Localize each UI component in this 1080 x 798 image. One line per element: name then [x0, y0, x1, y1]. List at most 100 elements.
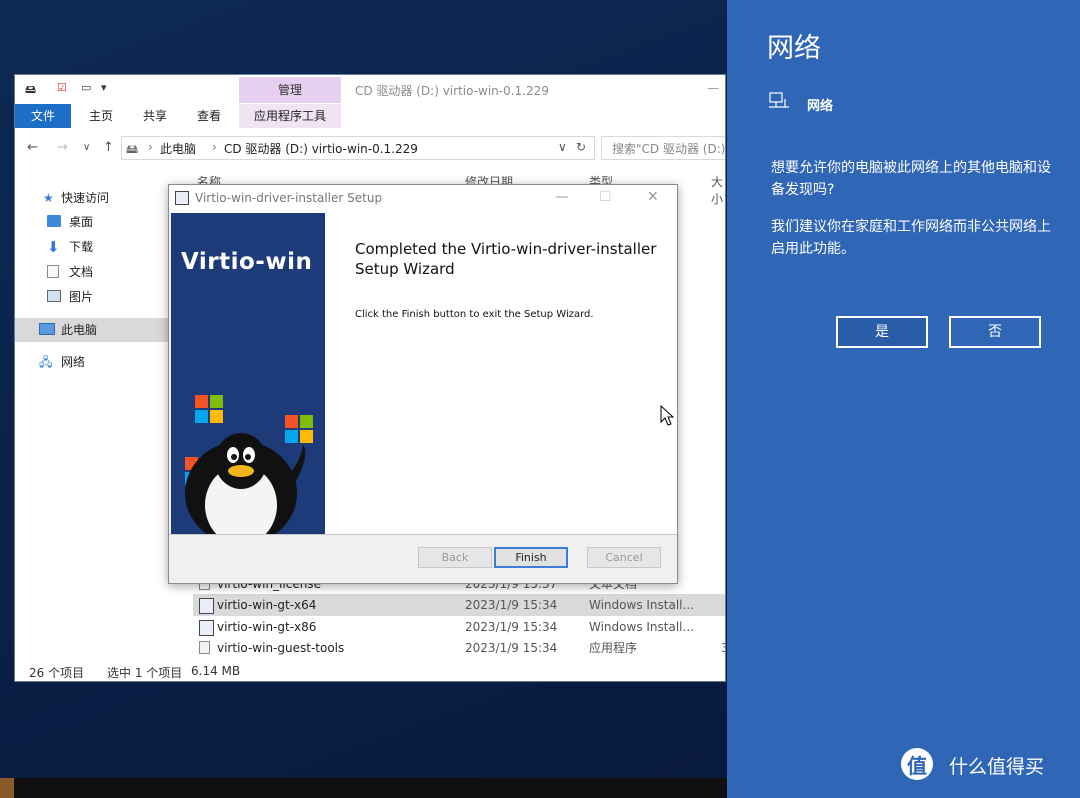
- sidebar-item-label: 图片: [69, 290, 94, 304]
- file-type: Windows Install...: [589, 620, 694, 634]
- file-name: virtio-win-gt-x86: [217, 620, 317, 634]
- wizard-heading: Completed the Virtio-win-driver-installe…: [355, 240, 657, 278]
- item-count: 26 个项目: [29, 666, 85, 680]
- sidebar-item-documents[interactable]: 文档 ✱: [15, 260, 193, 284]
- tab-file[interactable]: 文件: [15, 104, 71, 128]
- watermark-text: 什么值得买: [949, 756, 1045, 778]
- computer-icon: [39, 323, 55, 335]
- ribbon-tabs: 文件 主页 共享 查看 应用程序工具: [15, 104, 725, 129]
- network-icon: 🖧: [39, 355, 53, 369]
- discovery-recommendation: 我们建议你在家庭和工作网络而非公共网络上启用此功能。: [771, 219, 1051, 257]
- file-name: virtio-win-guest-tools: [217, 641, 345, 655]
- discovery-question: 想要允许你的电脑被此网络上的其他电脑和设备发现吗?: [771, 160, 1051, 198]
- file-name: virtio-win-gt-x64: [217, 598, 317, 612]
- finish-button[interactable]: Finish: [494, 547, 568, 568]
- sidebar-item-label: 桌面: [69, 215, 94, 229]
- wizard-banner: Virtio-win: [171, 213, 325, 534]
- download-icon: ⬇: [47, 238, 60, 256]
- address-row: ← → ∨ ↑ 🖴 › 此电脑 › CD 驱动器 (D:) virtio-win…: [15, 128, 725, 170]
- selected-count: 选中 1 个项目: [107, 666, 183, 680]
- wizard-content: Completed the Virtio-win-driver-installe…: [325, 213, 677, 534]
- picture-icon: [47, 290, 61, 302]
- tab-manage[interactable]: 管理: [239, 77, 341, 103]
- star-icon: ★: [43, 191, 54, 205]
- checkmark-icon[interactable]: ☑: [57, 81, 67, 94]
- sidebar-item-pictures[interactable]: 图片 ✱: [15, 285, 193, 309]
- file-date: 2023/1/9 15:34: [465, 598, 558, 612]
- close-icon[interactable]: ✕: [647, 189, 659, 205]
- sidebar-item-label: 文档: [69, 265, 94, 279]
- minimize-icon[interactable]: —: [555, 189, 569, 205]
- breadcrumb-separator: ›: [212, 140, 217, 154]
- back-arrow-icon[interactable]: ←: [27, 140, 38, 155]
- mouse-cursor-icon: [660, 405, 675, 426]
- dialog-title-bar: Virtio-win-driver-installer Setup — ☐ ✕: [169, 185, 677, 213]
- back-button[interactable]: Back: [418, 547, 492, 568]
- window-title: CD 驱动器 (D:) virtio-win-0.1.229: [355, 84, 549, 98]
- divider: [169, 534, 677, 535]
- wizard-message: Click the Finish button to exit the Setu…: [355, 309, 594, 320]
- document-icon: [47, 265, 59, 278]
- maximize-icon: ☐: [599, 189, 612, 205]
- navigation-pane: ★ 快速访问 桌面 ✱ ⬇ 下载 ✱ 文档 ✱ 图片 ✱ 此电脑 🖧: [15, 170, 193, 640]
- recent-dropdown-icon[interactable]: ∨: [83, 142, 90, 153]
- customize-dropdown-icon[interactable]: ▾: [101, 81, 107, 94]
- sidebar-item-label: 此电脑: [61, 323, 98, 337]
- breadcrumb-separator: ›: [148, 140, 153, 154]
- sidebar-item-desktop[interactable]: 桌面 ✱: [15, 210, 193, 234]
- sidebar-item-label: 下载: [69, 240, 94, 254]
- installer-icon: [175, 191, 189, 205]
- no-button[interactable]: 否: [949, 316, 1041, 348]
- setup-dialog: Virtio-win-driver-installer Setup — ☐ ✕ …: [168, 184, 678, 584]
- table-row[interactable]: virtio-win-guest-tools 2023/1/9 15:34 应用…: [193, 637, 725, 659]
- tab-view[interactable]: 查看: [189, 104, 229, 128]
- file-date: 2023/1/9 15:34: [465, 620, 558, 634]
- file-type: 应用程序: [589, 641, 638, 655]
- forward-arrow-icon[interactable]: →: [57, 140, 68, 155]
- sidebar-item-label: 快速访问: [61, 191, 110, 205]
- sidebar-item-downloads[interactable]: ⬇ 下载 ✱: [15, 235, 193, 259]
- dialog-title: Virtio-win-driver-installer Setup: [195, 191, 383, 205]
- up-arrow-icon[interactable]: ↑: [103, 140, 114, 155]
- new-folder-icon[interactable]: ▭: [81, 81, 91, 94]
- network-icon: [769, 92, 789, 108]
- table-row[interactable]: virtio-win-gt-x64 2023/1/9 15:34 Windows…: [193, 594, 725, 616]
- selected-size: 6.14 MB: [191, 664, 241, 678]
- table-row[interactable]: virtio-win-gt-x86 2023/1/9 15:34 Windows…: [193, 616, 725, 638]
- yes-button[interactable]: 是: [836, 316, 928, 348]
- refresh-icon[interactable]: ↻: [576, 140, 586, 154]
- installer-icon: [199, 598, 214, 614]
- taskbar-app-icon[interactable]: [0, 778, 14, 798]
- breadcrumb-this-pc[interactable]: 此电脑: [160, 140, 196, 157]
- breadcrumb-drive[interactable]: CD 驱动器 (D:) virtio-win-0.1.229: [224, 140, 418, 157]
- search-input[interactable]: 搜索"CD 驱动器 (D:): [601, 136, 725, 160]
- column-header-size[interactable]: 大小: [711, 173, 725, 207]
- desktop-icon: [47, 215, 61, 227]
- minimize-icon[interactable]: —: [707, 81, 719, 95]
- watermark-logo-glyph: 值: [907, 754, 927, 778]
- sidebar-item-label: 网络: [61, 355, 86, 369]
- tux-windows-illustration: [185, 395, 313, 534]
- panel-title: 网络: [767, 33, 821, 64]
- file-size: 3: [721, 637, 725, 659]
- installer-icon: [199, 620, 214, 636]
- tab-application-tools[interactable]: 应用程序工具: [239, 104, 341, 128]
- tab-share[interactable]: 共享: [135, 104, 175, 128]
- status-bar: 26 个项目 选中 1 个项目 6.14 MB: [15, 663, 725, 681]
- quick-access-toolbar: 🖴 ☑ ▭ ▾: [15, 75, 241, 103]
- drive-icon: 🖴: [126, 142, 139, 156]
- address-bar[interactable]: 🖴 › 此电脑 › CD 驱动器 (D:) virtio-win-0.1.229…: [121, 136, 595, 160]
- cancel-button[interactable]: Cancel: [587, 547, 661, 568]
- file-date: 2023/1/9 15:34: [465, 641, 558, 655]
- sidebar-item-network[interactable]: 🖧 网络: [15, 350, 193, 374]
- sidebar-item-quick-access[interactable]: ★ 快速访问: [15, 186, 193, 210]
- tab-home[interactable]: 主页: [81, 104, 121, 128]
- chevron-down-icon[interactable]: ∨: [558, 140, 567, 154]
- network-discovery-panel: 网络 网络 想要允许你的电脑被此网络上的其他电脑和设备发现吗? 我们建议你在家庭…: [727, 0, 1080, 798]
- application-icon: [199, 641, 210, 654]
- taskbar: [0, 778, 727, 798]
- network-name: 网络: [807, 99, 834, 114]
- file-type: Windows Install...: [589, 598, 694, 612]
- sidebar-item-this-pc[interactable]: 此电脑: [15, 318, 193, 342]
- properties-icon[interactable]: 🖴: [25, 81, 36, 100]
